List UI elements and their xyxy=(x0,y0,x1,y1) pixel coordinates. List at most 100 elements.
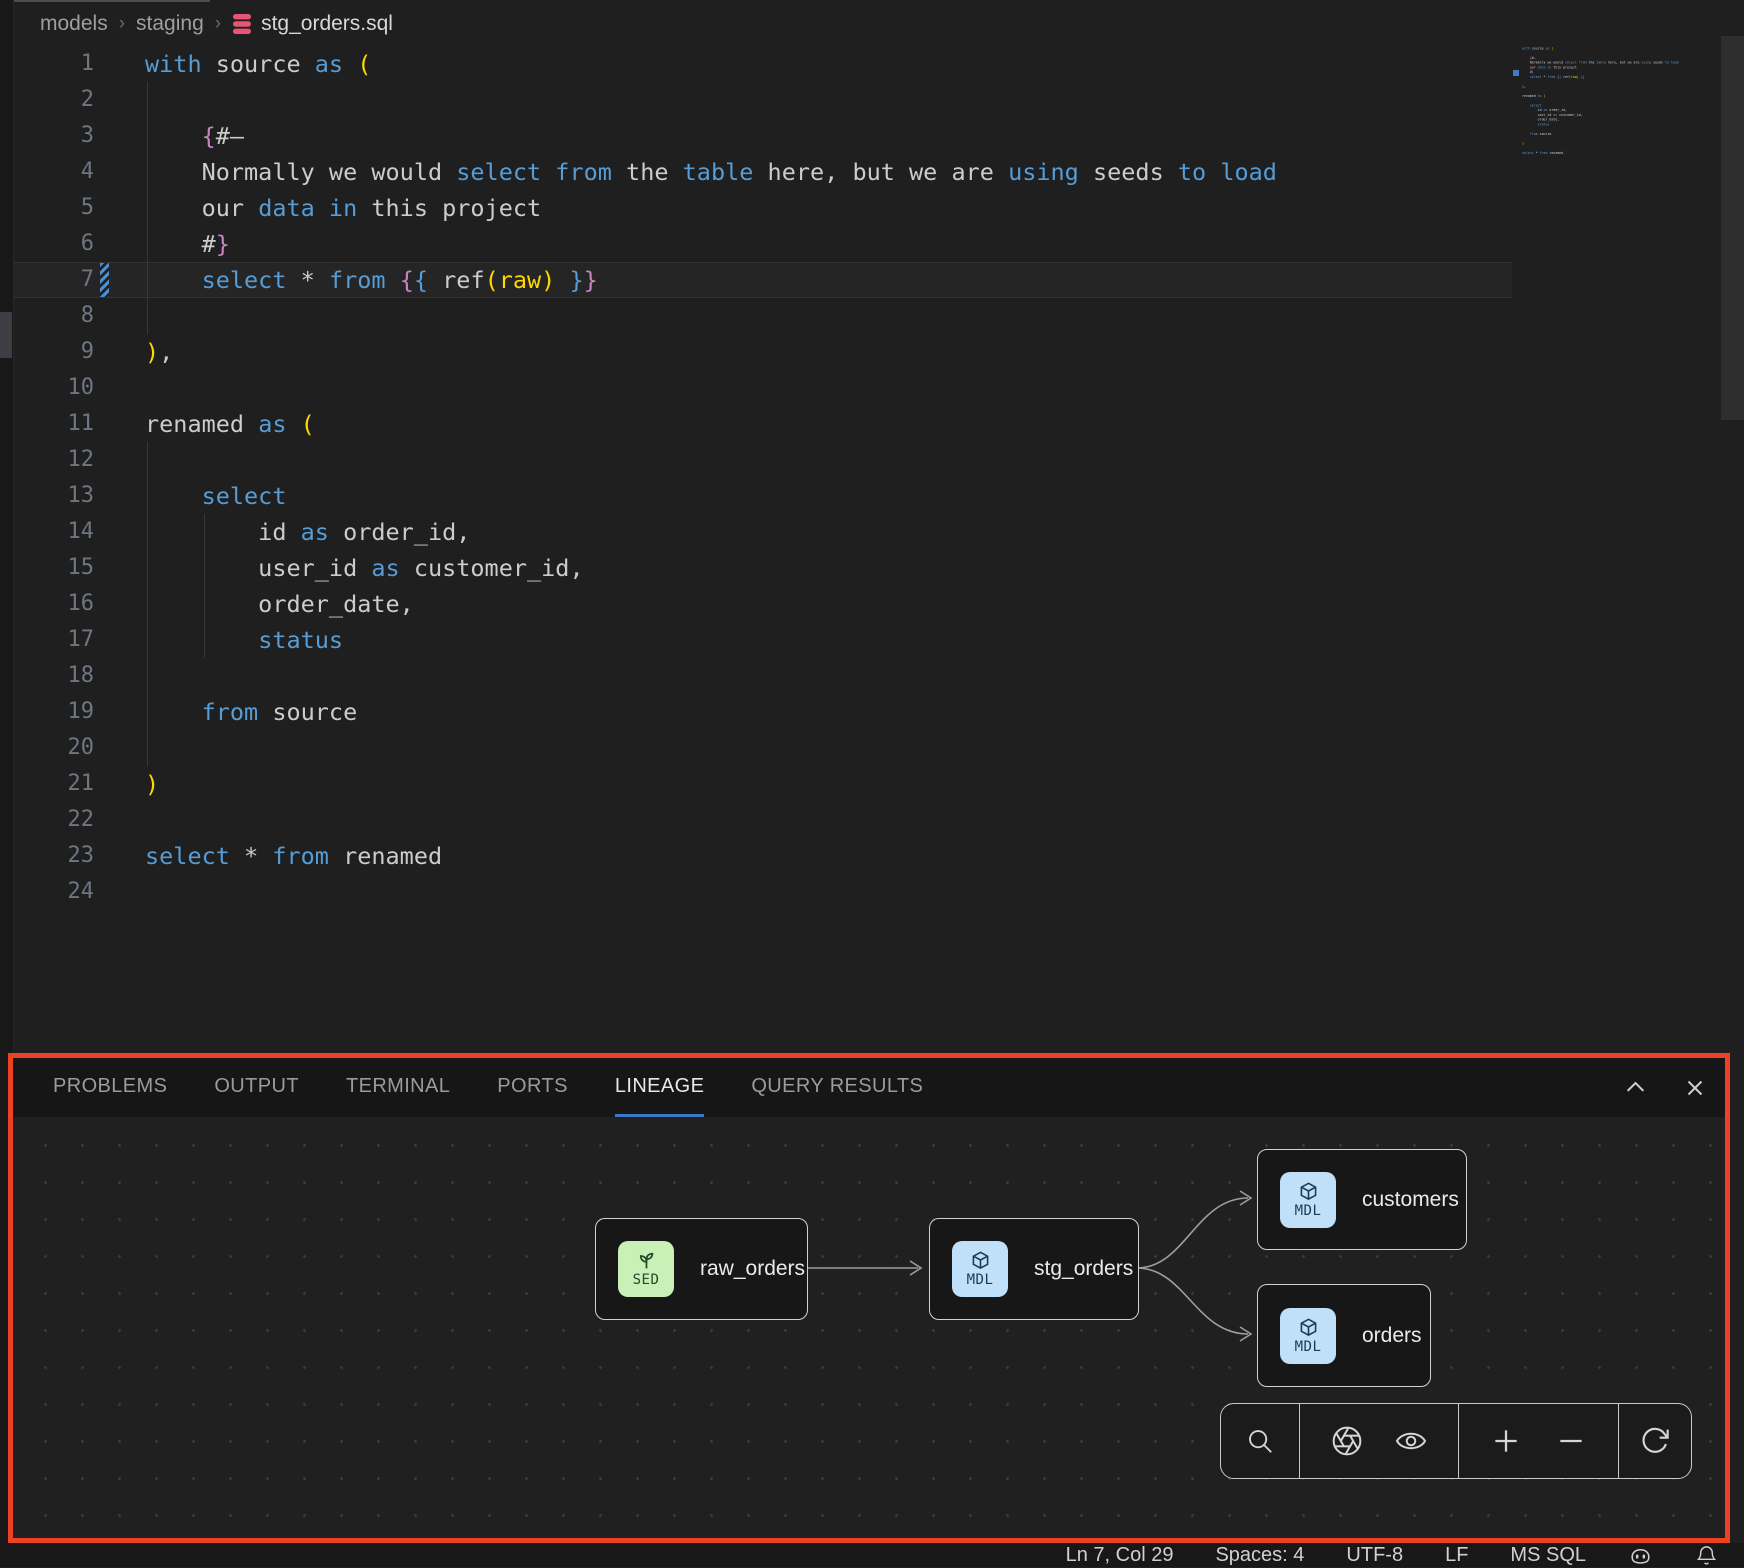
minimap[interactable]: with source as ( {#– Normally we would s… xyxy=(1522,46,1718,176)
code-line-6[interactable]: 6 #} xyxy=(13,226,1512,262)
breadcrumb-item-models[interactable]: models xyxy=(40,12,108,36)
code-line-13[interactable]: 13 select xyxy=(13,478,1512,514)
code-line-12[interactable]: 12 xyxy=(13,442,1512,478)
code-line-2[interactable]: 2 xyxy=(13,82,1512,118)
code-text: user_id as customer_id, xyxy=(114,550,584,586)
notifications-bell-icon[interactable] xyxy=(1695,1544,1718,1567)
panel-tab-output[interactable]: OUTPUT xyxy=(214,1058,299,1117)
badge-label: SED xyxy=(633,1272,660,1288)
aperture-icon[interactable] xyxy=(1330,1424,1364,1458)
code-text: our data in this project xyxy=(114,190,541,226)
code-line-7[interactable]: 7 select * from {{ ref(raw) }} xyxy=(13,262,1512,298)
code-editor[interactable]: 1with source as (23 {#–4 Normally we wou… xyxy=(13,46,1512,910)
panel-tab-query-results[interactable]: QUERY RESULTS xyxy=(751,1058,923,1117)
gutter-spacer xyxy=(94,46,114,82)
code-line-17[interactable]: 17 status xyxy=(13,622,1512,658)
code-line-19[interactable]: 19 from source xyxy=(13,694,1512,730)
lineage-node-stg-orders[interactable]: MDL stg_orders xyxy=(929,1218,1139,1320)
line-number: 4 xyxy=(13,154,94,190)
model-badge: MDL xyxy=(952,1241,1008,1297)
line-number: 15 xyxy=(13,550,94,586)
code-line-3[interactable]: 3 {#– xyxy=(13,118,1512,154)
lineage-node-customers[interactable]: MDL customers xyxy=(1257,1149,1467,1250)
panel-tab-terminal[interactable]: TERMINAL xyxy=(346,1058,450,1117)
code-text xyxy=(114,802,145,838)
lineage-node-raw-orders[interactable]: SED raw_orders xyxy=(595,1218,808,1320)
minimap-modified-marker xyxy=(1513,70,1519,76)
code-line-4[interactable]: 4 Normally we would select from the tabl… xyxy=(13,154,1512,190)
line-number: 8 xyxy=(13,298,94,334)
cube-icon xyxy=(1298,1181,1319,1202)
code-text xyxy=(114,82,145,118)
panel-tab-lineage[interactable]: LINEAGE xyxy=(615,1058,705,1117)
badge-label: MDL xyxy=(967,1272,994,1288)
line-number: 23 xyxy=(13,838,94,874)
gutter-spacer xyxy=(94,442,114,478)
line-number: 14 xyxy=(13,514,94,550)
line-number: 20 xyxy=(13,730,94,766)
gutter-spacer xyxy=(94,622,114,658)
code-text xyxy=(114,442,145,478)
indent-guide xyxy=(147,82,148,334)
line-number: 10 xyxy=(13,370,94,406)
line-number: 22 xyxy=(13,802,94,838)
cursor-position[interactable]: Ln 7, Col 29 xyxy=(1066,1544,1174,1567)
lineage-node-orders[interactable]: MDL orders xyxy=(1257,1284,1431,1387)
code-line-23[interactable]: 23select * from renamed xyxy=(13,838,1512,874)
code-line-10[interactable]: 10 xyxy=(13,370,1512,406)
code-line-22[interactable]: 22 xyxy=(13,802,1512,838)
search-icon[interactable] xyxy=(1243,1424,1277,1458)
breadcrumb-item-staging[interactable]: staging xyxy=(136,12,204,36)
code-line-15[interactable]: 15 user_id as customer_id, xyxy=(13,550,1512,586)
cube-icon xyxy=(970,1250,991,1271)
gutter-spacer xyxy=(94,802,114,838)
panel-tab-ports[interactable]: PORTS xyxy=(497,1058,568,1117)
zoom-in-icon[interactable] xyxy=(1489,1424,1523,1458)
code-line-14[interactable]: 14 id as order_id, xyxy=(13,514,1512,550)
code-line-16[interactable]: 16 order_date, xyxy=(13,586,1512,622)
eye-icon[interactable] xyxy=(1394,1424,1428,1458)
editor-scrollbar[interactable] xyxy=(1721,36,1744,420)
code-text xyxy=(114,370,145,406)
code-line-20[interactable]: 20 xyxy=(13,730,1512,766)
eol-sequence[interactable]: LF xyxy=(1445,1544,1468,1567)
editor-top-border xyxy=(14,0,210,2)
line-number: 1 xyxy=(13,46,94,82)
code-line-1[interactable]: 1with source as ( xyxy=(13,46,1512,82)
database-icon xyxy=(232,13,252,35)
panel-close-icon[interactable] xyxy=(1678,1071,1712,1105)
minimap-line xyxy=(1522,155,1717,160)
language-mode[interactable]: MS SQL xyxy=(1510,1544,1586,1567)
code-text: status xyxy=(114,622,343,658)
line-number: 18 xyxy=(13,658,94,694)
line-number: 13 xyxy=(13,478,94,514)
panel-tab-problems[interactable]: PROBLEMS xyxy=(53,1058,167,1117)
sprout-icon xyxy=(636,1250,657,1271)
code-text: order_date, xyxy=(114,586,414,622)
gutter-spacer xyxy=(94,298,114,334)
code-line-9[interactable]: 9), xyxy=(13,334,1512,370)
left-scrollbar-thumb[interactable] xyxy=(0,312,12,358)
gutter-spacer xyxy=(94,154,114,190)
encoding[interactable]: UTF-8 xyxy=(1346,1544,1403,1567)
code-line-8[interactable]: 8 xyxy=(13,298,1512,334)
code-line-11[interactable]: 11renamed as ( xyxy=(13,406,1512,442)
code-line-24[interactable]: 24 xyxy=(13,874,1512,910)
copilot-icon[interactable] xyxy=(1628,1543,1653,1568)
code-line-18[interactable]: 18 xyxy=(13,658,1512,694)
gutter-spacer xyxy=(94,82,114,118)
gutter-spacer xyxy=(94,694,114,730)
seed-badge: SED xyxy=(618,1241,674,1297)
breadcrumb-item-file[interactable]: stg_orders.sql xyxy=(232,12,393,36)
badge-label: MDL xyxy=(1295,1203,1322,1219)
refresh-icon[interactable] xyxy=(1638,1424,1672,1458)
line-number: 19 xyxy=(13,694,94,730)
code-line-21[interactable]: 21) xyxy=(13,766,1512,802)
indentation-setting[interactable]: Spaces: 4 xyxy=(1215,1544,1304,1567)
zoom-out-icon[interactable] xyxy=(1554,1424,1588,1458)
panel-maximize-chevron-up-icon[interactable] xyxy=(1618,1071,1652,1105)
left-edge-strip xyxy=(0,0,14,1543)
code-line-5[interactable]: 5 our data in this project xyxy=(13,190,1512,226)
code-text: Normally we would select from the table … xyxy=(114,154,1277,190)
line-number: 24 xyxy=(13,874,94,910)
